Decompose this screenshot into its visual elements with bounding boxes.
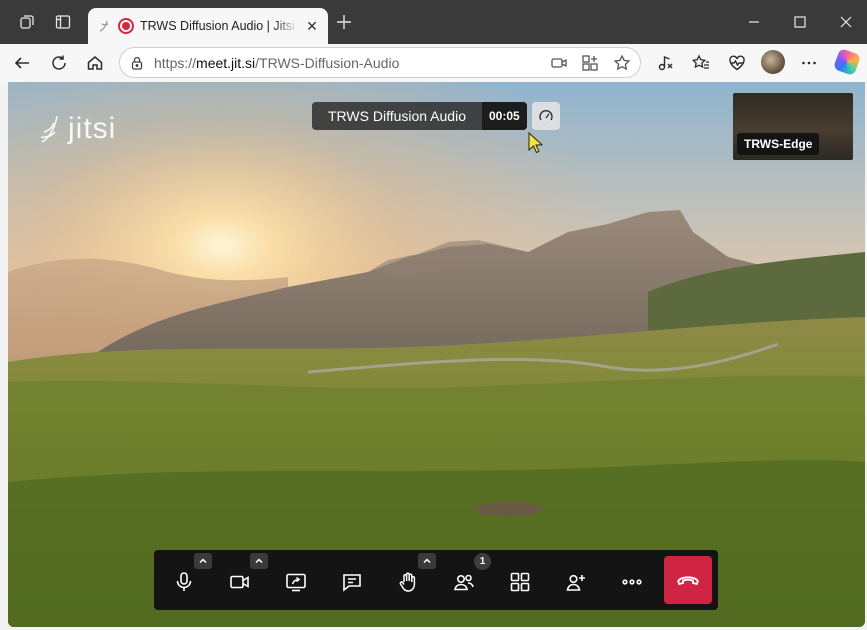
new-tab-icon[interactable] [334,12,354,32]
browser-titlebar: TRWS Diffusion Audio | Jitsi Meet ✕ [0,0,867,44]
more-actions-button[interactable] [608,558,656,606]
tab-close-icon[interactable]: ✕ [304,18,320,34]
tab-title: TRWS Diffusion Audio | Jitsi Meet [140,19,298,33]
tile-view-icon [510,572,530,592]
favorite-star-icon[interactable] [613,54,631,72]
meeting-timer: 00:05 [482,102,527,130]
connection-stats-button[interactable] [532,102,560,130]
home-icon[interactable] [84,52,106,74]
jitsi-logo[interactable]: jitsi [38,112,116,146]
add-user-icon [566,574,585,591]
meeting-toolbar: 1 [154,550,718,610]
speedometer-icon [539,110,553,121]
app-install-icon[interactable] [581,54,599,72]
jitsi-leaf-icon [40,115,58,143]
reactions-chevron-up-icon[interactable] [418,553,436,569]
video-settings-chevron-up-icon[interactable] [250,553,268,569]
screen-share-icon [286,573,306,592]
meeting-stage: jitsi TRWS Diffusion Audio 00:05 TRWS-Ed… [8,82,865,627]
browser-navbar: https://meet.jit.si/TRWS-Diffusion-Audio [0,44,867,82]
jitsi-favicon-icon [99,20,109,32]
audio-settings-chevron-up-icon[interactable] [194,553,212,569]
workspaces-icon[interactable] [17,12,37,32]
mouse-cursor-icon [528,132,544,154]
url-host: meet.jit.si [196,54,256,71]
copilot-icon[interactable] [832,47,862,77]
participant-thumbnail[interactable]: TRWS-Edge [733,93,853,160]
close-window-icon[interactable] [834,10,858,34]
recording-indicator-icon [118,18,134,34]
favorites-icon[interactable] [690,52,712,74]
chat-icon [343,574,361,592]
participant-count-badge: 1 [474,553,491,570]
url-protocol: https:// [154,54,197,71]
tab-jitsi-meeting[interactable]: TRWS Diffusion Audio | Jitsi Meet ✕ [88,8,328,44]
share-screen-button[interactable] [272,558,320,606]
meeting-title-bar: TRWS Diffusion Audio 00:05 [312,102,527,130]
chat-button[interactable] [328,558,376,606]
leave-meeting-button[interactable] [664,556,712,604]
refresh-icon[interactable] [48,52,70,74]
maximize-icon[interactable] [788,10,812,34]
meeting-title: TRWS Diffusion Audio [328,108,466,124]
participant-name: TRWS-Edge [737,133,820,155]
more-dots-icon [622,579,642,585]
profile-avatar[interactable] [761,50,785,74]
tile-view-button[interactable] [496,558,544,606]
camera-permission-icon[interactable] [550,54,568,72]
address-bar[interactable]: https://meet.jit.si/TRWS-Diffusion-Audio [119,47,641,78]
media-playing-icon[interactable] [654,52,676,74]
hang-up-icon [677,576,699,586]
lock-icon[interactable] [129,55,145,71]
microphone-icon [176,572,192,591]
participants-icon [454,574,474,591]
background-landscape-image [8,82,865,627]
more-menu-icon[interactable] [798,52,820,74]
back-icon[interactable] [11,52,33,74]
camera-icon [230,575,249,589]
minimize-icon[interactable] [742,10,766,34]
url-path: /TRWS-Diffusion-Audio [255,54,400,71]
browser-essentials-icon[interactable] [726,52,748,74]
raise-hand-icon [399,572,416,592]
jitsi-logo-text: jitsi [68,112,117,145]
invite-button[interactable] [552,558,600,606]
vertical-tabs-icon[interactable] [53,12,73,32]
